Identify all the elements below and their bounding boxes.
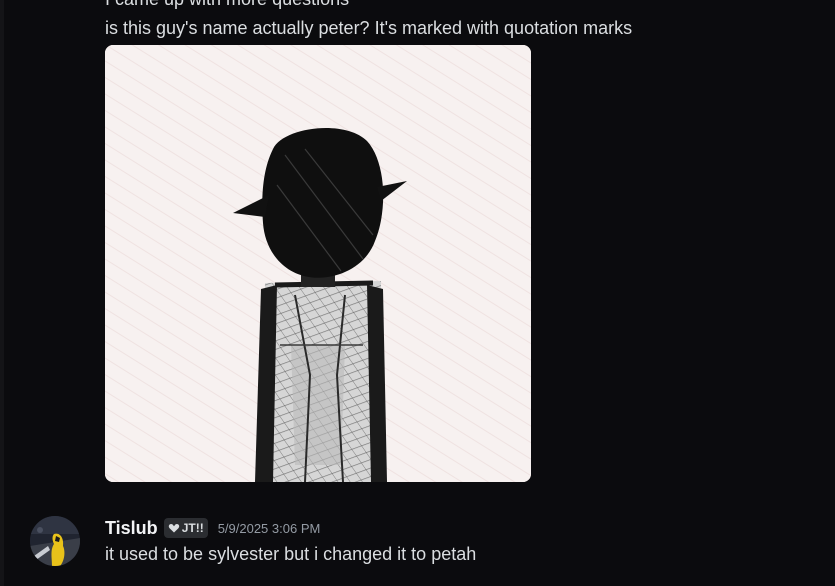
- heart-icon: [168, 524, 179, 533]
- username[interactable]: Tislub: [105, 518, 158, 539]
- chat-view: I came up with more questions is this gu…: [0, 0, 835, 586]
- message-text-cutoff: I came up with more questions: [105, 0, 349, 10]
- server-tag-label: JT!!: [181, 521, 204, 535]
- message-header: Tislub JT!! 5/9/2025 3:06 PM: [105, 516, 320, 540]
- avatar[interactable]: [30, 516, 80, 566]
- server-tag[interactable]: JT!!: [163, 518, 208, 538]
- message-group: Tislub JT!! 5/9/2025 3:06 PM it used to …: [0, 505, 835, 586]
- channel-divider: [0, 0, 4, 586]
- avatar-image: [30, 516, 80, 566]
- sketched-figure-image: [105, 45, 531, 482]
- timestamp[interactable]: 5/9/2025 3:06 PM: [218, 521, 321, 536]
- message-text: it used to be sylvester but i changed it…: [105, 544, 477, 564]
- message-text: is this guy's name actually peter? It's …: [105, 18, 633, 38]
- image-attachment[interactable]: [105, 45, 531, 482]
